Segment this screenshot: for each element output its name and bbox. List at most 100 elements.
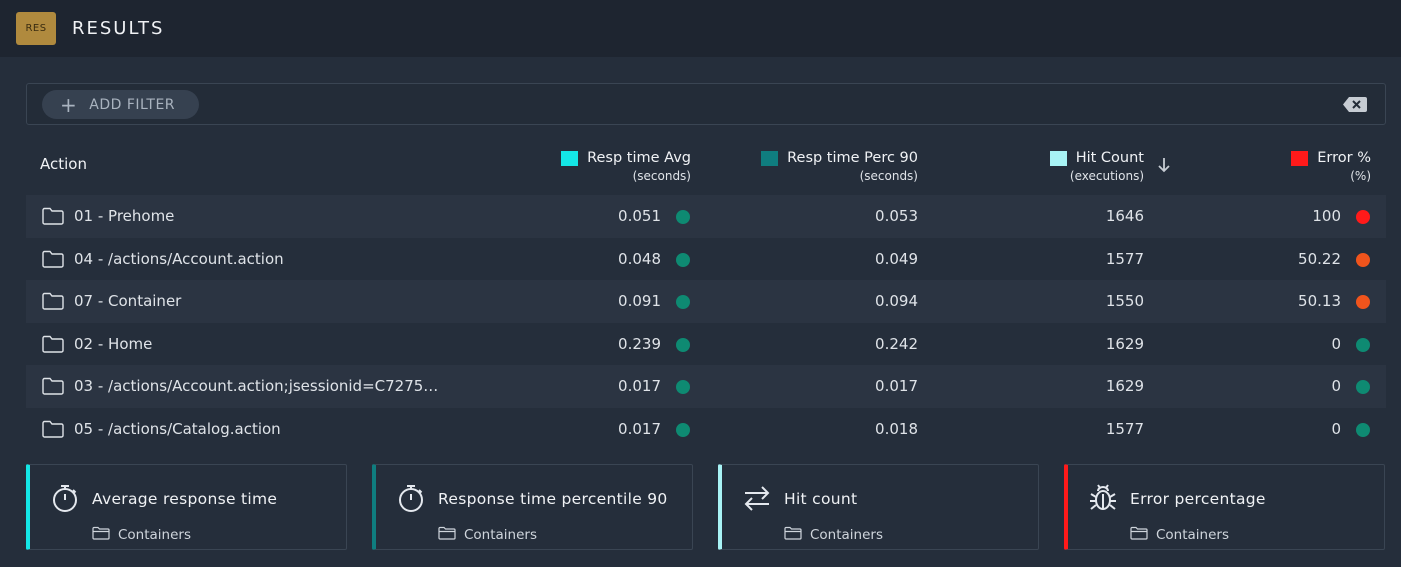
column-header-error[interactable]: Error % (%) <box>1291 150 1371 183</box>
card-subtitle-label: Containers <box>464 527 538 543</box>
perc-color-swatch <box>761 150 779 166</box>
metric-cards: Average response time Containers Response … <box>26 464 1386 550</box>
results-badge: RES <box>16 12 56 45</box>
hit-header-unit: (executions) <box>1069 169 1144 183</box>
folder-icon <box>42 292 64 310</box>
table-row[interactable]: 01 - Prehome 0.051 0.053 1646 100 <box>26 195 1386 238</box>
hit-count-value: 1629 <box>1105 334 1144 353</box>
action-name[interactable]: 07 - Container <box>74 292 181 310</box>
avg-status-dot <box>676 422 690 437</box>
table-row[interactable]: 07 - Container 0.091 0.094 1550 50.13 <box>26 280 1386 323</box>
card-subtitle: Containers <box>438 526 537 544</box>
clear-filter-icon[interactable] <box>1343 97 1367 112</box>
perc90-value: 0.017 <box>875 377 918 395</box>
table-row[interactable]: 04 - /actions/Account.action 0.048 0.049 15… <box>26 238 1386 281</box>
folder-icon <box>1130 526 1156 544</box>
card-title: Hit count <box>784 490 858 508</box>
perc90-value: 0.094 <box>875 292 918 310</box>
error-header-unit: (%) <box>1350 169 1371 183</box>
avg-status-dot <box>676 295 690 309</box>
action-name[interactable]: 02 - Home <box>74 335 152 353</box>
hit-count-value: 1577 <box>1105 249 1144 268</box>
action-name[interactable]: 01 - Prehome <box>74 207 174 225</box>
column-header-action[interactable]: Action <box>40 155 87 173</box>
error-status-dot <box>1356 210 1370 224</box>
plus-icon: + <box>60 92 78 117</box>
error-status-dot <box>1356 252 1370 267</box>
error-header-title: Error % <box>1317 150 1371 166</box>
error-value: 0 <box>1331 334 1341 353</box>
avg-value: 0.017 <box>618 419 661 438</box>
card-title: Response time percentile 90 <box>438 490 668 508</box>
top-bar: RES RESULTS <box>0 0 1401 57</box>
card-title: Average response time <box>92 490 278 508</box>
add-filter-button[interactable]: + ADD FILTER <box>42 90 199 119</box>
folder-icon <box>42 207 64 225</box>
action-name[interactable]: 04 - /actions/Account.action <box>74 250 284 268</box>
filter-bar: + ADD FILTER <box>26 83 1386 125</box>
folder-icon <box>438 526 464 544</box>
column-header-avg[interactable]: Resp time Avg (seconds) <box>561 150 691 183</box>
folder-icon <box>92 526 118 544</box>
folder-icon <box>42 335 64 353</box>
table-body: 01 - Prehome 0.051 0.053 1646 100 04 - /actio… <box>26 195 1386 450</box>
error-value: 100 <box>1312 207 1341 225</box>
stopwatch-icon <box>396 483 426 513</box>
action-name[interactable]: 05 - /actions/Catalog.action <box>74 420 281 438</box>
page-title: RESULTS <box>72 18 165 39</box>
perc90-value: 0.018 <box>875 419 918 438</box>
card-subtitle: Containers <box>1130 526 1229 544</box>
error-value: 0 <box>1331 419 1341 438</box>
action-name[interactable]: 03 - /actions/Account.action;jsessionid=… <box>74 377 438 395</box>
avg-header-unit: (seconds) <box>632 169 691 183</box>
card-subtitle: Containers <box>92 526 191 544</box>
bug-icon <box>1088 483 1118 513</box>
card-title: Error percentage <box>1130 490 1266 508</box>
sort-descending-icon[interactable] <box>1157 157 1171 173</box>
error-status-dot <box>1356 380 1370 394</box>
table-row[interactable]: 02 - Home 0.239 0.242 1629 0 <box>26 323 1386 366</box>
avg-header-title: Resp time Avg <box>587 150 691 166</box>
results-table: Action Resp time Avg (seconds) Resp time… <box>26 138 1386 450</box>
card-subtitle-label: Containers <box>118 527 192 543</box>
table-row[interactable]: 03 - /actions/Account.action;jsessionid=… <box>26 365 1386 408</box>
card-subtitle: Containers <box>784 526 883 544</box>
avg-status-dot <box>676 380 690 394</box>
perc90-value: 0.053 <box>875 207 918 225</box>
stopwatch-icon <box>50 483 80 513</box>
hit-count-value: 1577 <box>1105 419 1144 438</box>
perc-header-title: Resp time Perc 90 <box>787 150 918 166</box>
avg-value: 0.048 <box>618 249 661 268</box>
avg-color-swatch <box>561 150 579 166</box>
table-header: Action Resp time Avg (seconds) Resp time… <box>26 138 1386 195</box>
column-header-hit-count[interactable]: Hit Count (executions) <box>1049 150 1144 183</box>
add-filter-label: ADD FILTER <box>89 96 176 113</box>
hit-count-value: 1629 <box>1105 377 1144 395</box>
metric-card[interactable]: Hit count Containers <box>718 464 1039 550</box>
hit-count-value: 1646 <box>1105 207 1144 225</box>
avg-value: 0.091 <box>618 292 661 310</box>
hit-header-title: Hit Count <box>1075 150 1144 166</box>
folder-icon <box>784 526 810 544</box>
error-color-swatch <box>1291 150 1309 166</box>
error-value: 0 <box>1331 377 1341 395</box>
error-status-dot <box>1356 422 1370 437</box>
error-value: 50.13 <box>1298 292 1341 310</box>
folder-icon <box>42 377 64 395</box>
error-value: 50.22 <box>1298 249 1341 268</box>
avg-value: 0.051 <box>618 207 661 225</box>
table-row[interactable]: 05 - /actions/Catalog.action 0.017 0.018 15… <box>26 408 1386 451</box>
metric-card[interactable]: Response time percentile 90 Containers <box>372 464 693 550</box>
avg-status-dot <box>676 252 690 267</box>
card-subtitle-label: Containers <box>810 527 884 543</box>
perc90-value: 0.242 <box>875 334 918 353</box>
avg-status-dot <box>676 337 690 352</box>
avg-status-dot <box>676 210 690 224</box>
card-subtitle-label: Containers <box>1156 527 1230 543</box>
column-header-perc90[interactable]: Resp time Perc 90 (seconds) <box>761 150 918 183</box>
folder-icon <box>42 420 64 438</box>
hit-count-value: 1550 <box>1105 292 1144 310</box>
metric-card[interactable]: Error percentage Containers <box>1064 464 1385 550</box>
metric-card[interactable]: Average response time Containers <box>26 464 347 550</box>
swap-arrows-icon <box>742 483 772 513</box>
